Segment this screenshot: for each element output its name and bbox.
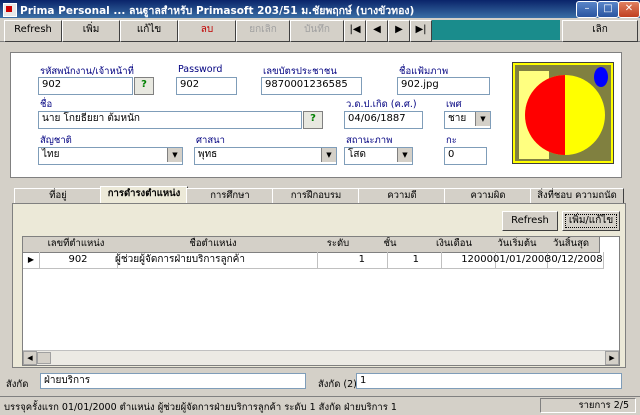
grid-header[interactable]: เงินเดือน — [417, 237, 492, 253]
cancel-button[interactable]: ยกเลิก — [236, 20, 290, 42]
next-record-button[interactable]: ▶ — [388, 20, 410, 42]
emp-id-field[interactable]: 902 — [38, 77, 133, 95]
marital-select[interactable]: โสด ▼ — [344, 147, 413, 165]
grid-header[interactable]: วันสิ้นสุด — [543, 237, 600, 253]
marital-value: โสด — [348, 149, 366, 160]
affil2-label: สังกัด (2) — [318, 379, 357, 390]
nationality-select[interactable]: ไทย ▼ — [38, 147, 183, 165]
add-button[interactable]: เพิ่ม — [62, 20, 120, 42]
citizen-id-field[interactable]: 9870001236585 — [261, 77, 362, 95]
positions-grid: เลขที่ตำแหน่ง ชื่อตำแหน่ง ระดับ ชั้น เงิ… — [22, 236, 620, 366]
chevron-down-icon[interactable]: ▼ — [475, 112, 490, 126]
chevron-down-icon[interactable]: ▼ — [321, 148, 336, 162]
exit-button[interactable]: เลิก — [562, 20, 638, 42]
toolbar: Refresh เพิ่ม แก้ไข ลบ ยกเลิก บันทึก |◀ … — [0, 18, 640, 42]
minimize-button[interactable]: – — [576, 1, 598, 18]
scroll-right-icon[interactable]: ▶ — [605, 351, 619, 365]
nationality-label: สัญชาติ — [40, 135, 72, 146]
kor-label: กะ — [446, 135, 457, 146]
delete-button[interactable]: ลบ — [178, 20, 236, 42]
edit-button[interactable]: แก้ไข — [120, 20, 178, 42]
last-record-button[interactable]: ▶| — [410, 20, 432, 42]
table-cell[interactable]: 902 — [39, 252, 118, 269]
name-lookup-button[interactable]: ? — [303, 111, 323, 129]
panel-refresh-button[interactable]: Refresh — [502, 211, 558, 231]
gender-select[interactable]: ชาย ▼ — [444, 111, 491, 129]
horizontal-scrollbar[interactable]: ◀ ▶ — [23, 350, 619, 365]
name-field[interactable]: นาย โกยธียยา ต้มหนัก — [38, 111, 302, 129]
maximize-button[interactable]: □ — [597, 1, 619, 18]
grid-header[interactable]: ชั้น — [363, 237, 418, 253]
gender-value: ชาย — [448, 113, 467, 124]
emp-id-lookup-button[interactable]: ? — [134, 77, 154, 95]
status-bar: บรรจุครั้งแรก 01/01/2000 ตำแหน่ง ผู้ช่วย… — [0, 396, 640, 414]
current-row-icon: ▶ — [23, 252, 40, 269]
gender-label: เพศ — [446, 99, 462, 110]
kor-field[interactable]: 0 — [444, 147, 487, 165]
birthdate-field[interactable]: 04/06/1887 — [344, 111, 423, 129]
window-title: Prima Personal ... ลนฐูาลสำหรับ Primasof… — [20, 5, 415, 17]
photo-file-field[interactable]: 902.jpg — [397, 77, 490, 95]
chevron-down-icon[interactable]: ▼ — [397, 148, 412, 162]
grid-header[interactable]: ชื่อตำแหน่ง — [113, 237, 314, 253]
affil-field[interactable]: ฝ่ายบริการ — [40, 373, 306, 389]
password-field[interactable]: 902 — [176, 77, 237, 95]
photo-image — [513, 63, 613, 163]
record-counter: รายการ 2/5 — [540, 398, 636, 413]
accent-bar — [432, 20, 560, 40]
prev-record-button[interactable]: ◀ — [366, 20, 388, 42]
panel-add-edit-button[interactable]: เพิ่ม/แก้ไข — [562, 211, 620, 231]
row-indicator-header — [23, 237, 40, 253]
table-cell[interactable]: ผู้ช่วยผู้จัดการฝ่ายบริการลูกค้า — [113, 252, 318, 269]
affil-label: สังกัด — [6, 379, 29, 390]
grid-header[interactable]: เลขที่ตำแหน่ง — [39, 237, 114, 253]
refresh-button[interactable]: Refresh — [4, 20, 62, 42]
name-label: ชื่อ — [40, 99, 53, 110]
close-button[interactable]: ✕ — [618, 1, 640, 18]
employee-photo — [512, 62, 614, 164]
grid-header[interactable]: วันเริ่มต้น — [491, 237, 544, 253]
affil2-field[interactable]: 1 — [356, 373, 622, 389]
religion-label: ศาสนา — [196, 135, 225, 146]
app-icon — [3, 3, 17, 17]
password-label: Password — [178, 64, 223, 75]
marital-label: สถานะภาพ — [346, 135, 393, 146]
scroll-left-icon[interactable]: ◀ — [23, 351, 37, 365]
grid-header[interactable]: ระดับ — [313, 237, 364, 253]
first-record-button[interactable]: |◀ — [344, 20, 366, 42]
religion-value: พุทธ — [198, 149, 218, 160]
table-cell[interactable]: 30/12/2008 — [543, 252, 604, 269]
religion-select[interactable]: พุทธ ▼ — [194, 147, 337, 165]
table-cell[interactable]: 12000 — [417, 252, 496, 269]
birthdate-label: ว.ด.ป.เกิด (ค.ศ.) — [346, 99, 417, 110]
scroll-thumb[interactable] — [37, 352, 51, 364]
record-label: รายการ — [578, 400, 611, 411]
save-button[interactable]: บันทึก — [290, 20, 344, 42]
nationality-value: ไทย — [42, 149, 60, 160]
chevron-down-icon[interactable]: ▼ — [167, 148, 182, 162]
record-value: 2/5 — [613, 400, 629, 411]
title-bar: Prima Personal ... ลนฐูาลสำหรับ Primasof… — [0, 0, 640, 18]
status-text: บรรจุครั้งแรก 01/01/2000 ตำแหน่ง ผู้ช่วย… — [4, 402, 397, 413]
table-cell[interactable]: 01/01/2000 — [491, 252, 548, 269]
